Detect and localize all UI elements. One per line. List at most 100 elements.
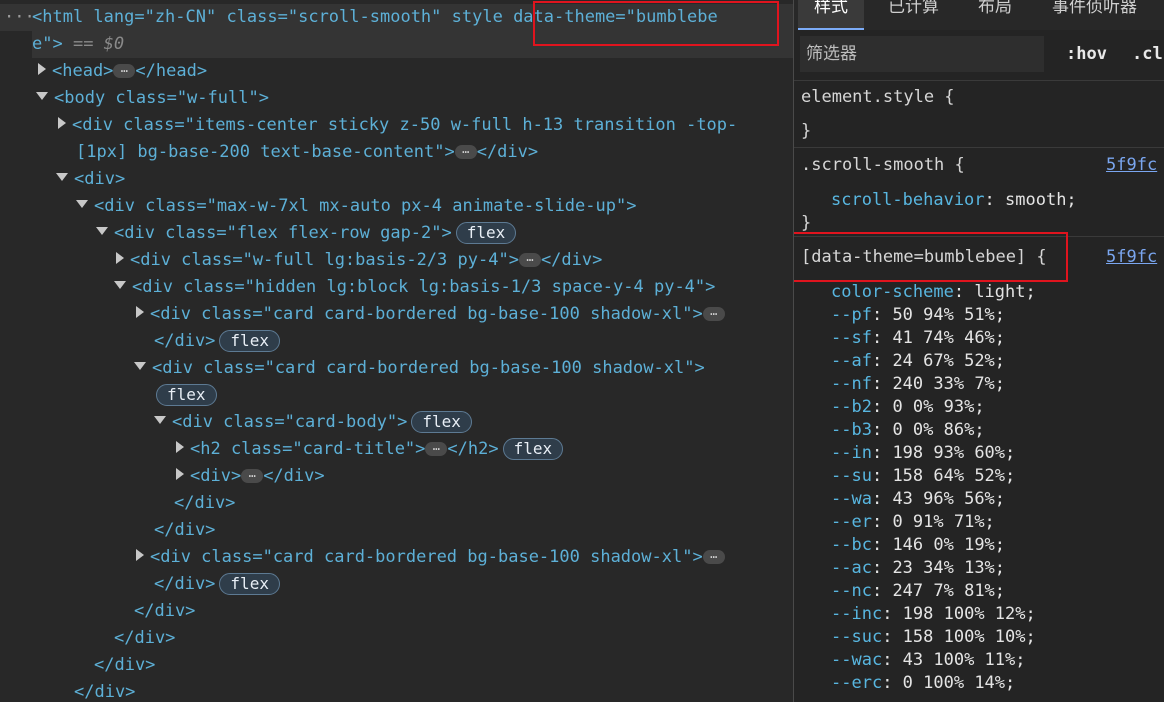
- html-open-tag: <html lang="zh-CN" class="scroll-smooth"…: [32, 7, 503, 27]
- div-close-tag: </div>: [154, 331, 216, 351]
- flex-badge[interactable]: flex: [411, 411, 472, 433]
- css-declaration[interactable]: --in: 198 93% 60%;: [831, 442, 1015, 465]
- filter-input[interactable]: 筛选器: [800, 36, 1044, 72]
- flex-badge[interactable]: flex: [219, 573, 280, 595]
- dom-node-body[interactable]: <body class="w-full">: [36, 85, 269, 112]
- expand-arrow-icon[interactable]: [116, 252, 124, 264]
- property-value: 198 100% 12%;: [902, 604, 1036, 624]
- property-name: --b2: [831, 397, 872, 417]
- collapsed-ellipsis-icon[interactable]: …: [454, 143, 477, 159]
- collapsed-ellipsis-icon[interactable]: …: [241, 467, 264, 483]
- css-declaration[interactable]: --af: 24 67% 52%;: [831, 350, 1005, 373]
- collapse-arrow-icon[interactable]: [96, 227, 108, 235]
- dom-node-card-title[interactable]: <h2 class="card-title">… </h2> flex: [176, 436, 564, 463]
- css-declaration[interactable]: --bc: 146 0% 19%;: [831, 534, 1005, 557]
- expand-arrow-icon[interactable]: [136, 306, 144, 318]
- collapse-arrow-icon[interactable]: [134, 362, 146, 370]
- tab-event-listeners[interactable]: 事件侦听器: [1052, 0, 1137, 28]
- css-declaration[interactable]: --wa: 43 96% 56%;: [831, 488, 1005, 511]
- css-declaration[interactable]: --pf: 50 94% 51%;: [831, 304, 1005, 327]
- dom-node-close[interactable]: </div>: [154, 517, 215, 544]
- collapsed-ellipsis-icon[interactable]: …: [702, 305, 725, 321]
- collapse-arrow-icon[interactable]: [56, 173, 68, 181]
- body-open-tag: <body class="w-full">: [54, 88, 269, 108]
- tab-layout[interactable]: 布局: [978, 0, 1012, 28]
- expand-arrow-icon[interactable]: [176, 441, 184, 453]
- dom-node-main-col[interactable]: <div class="w-full lg:basis-2/3 py-4">… <…: [116, 247, 602, 274]
- hov-toggle-button[interactable]: :hov: [1066, 44, 1107, 64]
- flex-badge[interactable]: flex: [455, 222, 517, 244]
- cls-toggle-button[interactable]: .cl: [1132, 44, 1163, 64]
- dom-node-close[interactable]: </div>: [174, 490, 235, 517]
- dom-node-card-body[interactable]: <div class="card-body"> flex: [154, 409, 472, 436]
- collapsed-ellipsis-icon[interactable]: …: [702, 548, 725, 564]
- div-open-tag: <div class="max-w-7xl mx-auto px-4 anima…: [94, 196, 637, 216]
- css-declaration[interactable]: --wac: 43 100% 11%;: [831, 649, 1026, 672]
- dom-node-head[interactable]: <head>… </head>: [38, 58, 207, 85]
- dom-node-close[interactable]: </div>: [134, 598, 195, 625]
- div-close-tag: </div>: [94, 655, 156, 675]
- selected-node-marker: == $0: [72, 34, 125, 54]
- property-name: --ac: [831, 558, 872, 578]
- css-declaration[interactable]: --suc: 158 100% 10%;: [831, 626, 1036, 649]
- node-more-icon[interactable]: ···: [4, 4, 35, 31]
- collapsed-ellipsis-icon[interactable]: …: [113, 62, 136, 78]
- dom-node-header-div[interactable]: <div class="items-center sticky z-50 w-f…: [58, 112, 737, 139]
- expand-arrow-icon[interactable]: [136, 549, 144, 561]
- css-declaration[interactable]: --nf: 240 33% 7%;: [831, 373, 1005, 396]
- css-declaration[interactable]: --ac: 23 34% 13%;: [831, 557, 1005, 580]
- tab-computed[interactable]: 已计算: [888, 0, 939, 28]
- property-name: --suc: [831, 627, 883, 647]
- dom-node-card-1[interactable]: <div class="card card-bordered bg-base-1…: [136, 301, 725, 328]
- dom-node-side-col[interactable]: <div class="hidden lg:block lg:basis-1/3…: [114, 274, 715, 301]
- expand-arrow-icon[interactable]: [58, 117, 66, 129]
- dom-node-card-2-badge[interactable]: flex: [156, 382, 217, 409]
- dom-node-card-1-close[interactable]: </div> flex: [154, 328, 280, 355]
- dom-node-flex-row[interactable]: <div class="flex flex-row gap-2"> flex: [96, 220, 517, 247]
- rule-scroll-smooth-source-link[interactable]: 5f9fc: [1106, 154, 1157, 177]
- property-name: scroll-behavior: [831, 190, 985, 210]
- css-declaration[interactable]: color-scheme: light;: [831, 281, 1036, 304]
- dom-node-close[interactable]: </div>: [114, 625, 175, 652]
- collapse-arrow-icon[interactable]: [114, 281, 126, 289]
- expand-arrow-icon[interactable]: [38, 63, 46, 75]
- div-close-tag: </div>: [263, 466, 325, 486]
- dom-node-header-div-cont[interactable]: [1px] bg-base-200 text-base-content">… </…: [76, 139, 538, 166]
- css-declaration[interactable]: --inc: 198 100% 12%;: [831, 603, 1036, 626]
- collapsed-ellipsis-icon[interactable]: …: [518, 251, 541, 267]
- collapsed-ellipsis-icon[interactable]: …: [425, 440, 448, 456]
- css-declaration[interactable]: --nc: 247 7% 81%;: [831, 580, 1005, 603]
- collapse-arrow-icon[interactable]: [36, 92, 48, 100]
- dom-node-container[interactable]: <div class="max-w-7xl mx-auto px-4 anima…: [76, 193, 636, 220]
- css-declaration[interactable]: --sf: 41 74% 46%;: [831, 327, 1005, 350]
- css-declaration[interactable]: --b2: 0 0% 93%;: [831, 396, 985, 419]
- dom-node-card-3[interactable]: <div class="card card-bordered bg-base-1…: [136, 544, 725, 571]
- dom-node-close[interactable]: </div>: [74, 679, 135, 702]
- flex-badge[interactable]: flex: [502, 438, 564, 460]
- head-close-tag: </head>: [135, 61, 208, 81]
- css-declaration[interactable]: --su: 158 64% 52%;: [831, 465, 1015, 488]
- collapse-arrow-icon[interactable]: [76, 200, 88, 208]
- property-value: 23 34% 13%;: [892, 558, 1006, 578]
- flex-badge[interactable]: flex: [156, 384, 217, 406]
- declaration-scroll-behavior[interactable]: scroll-behavior: smooth;: [831, 189, 1077, 212]
- expand-arrow-icon[interactable]: [176, 468, 184, 480]
- css-declaration[interactable]: --b3: 0 0% 86%;: [831, 419, 985, 442]
- dom-node-close[interactable]: </div>: [94, 652, 155, 679]
- dom-node-card-content[interactable]: <div>… </div>: [176, 463, 325, 490]
- dom-node-div[interactable]: <div>: [56, 166, 125, 193]
- property-value: 43 96% 56%;: [892, 489, 1006, 509]
- dom-node-card-3-close[interactable]: </div> flex: [154, 571, 280, 598]
- rule-scroll-smooth-selector[interactable]: .scroll-smooth {: [801, 154, 965, 177]
- property-value: 24 67% 52%;: [892, 351, 1006, 371]
- css-declaration[interactable]: --er: 0 91% 71%;: [831, 511, 995, 534]
- tab-styles[interactable]: 样式: [798, 0, 864, 30]
- dom-node-card-2[interactable]: <div class="card card-bordered bg-base-1…: [134, 355, 705, 382]
- rule-data-theme-source-link[interactable]: 5f9fc: [1106, 246, 1157, 269]
- html-open-tag-end: e">: [32, 34, 63, 54]
- rule-element-style-selector[interactable]: element.style {: [801, 86, 955, 109]
- collapse-arrow-icon[interactable]: [154, 416, 166, 424]
- div-close-tag: </div>: [134, 601, 196, 621]
- flex-badge[interactable]: flex: [219, 330, 280, 352]
- css-declaration[interactable]: --erc: 0 100% 14%;: [831, 672, 1015, 695]
